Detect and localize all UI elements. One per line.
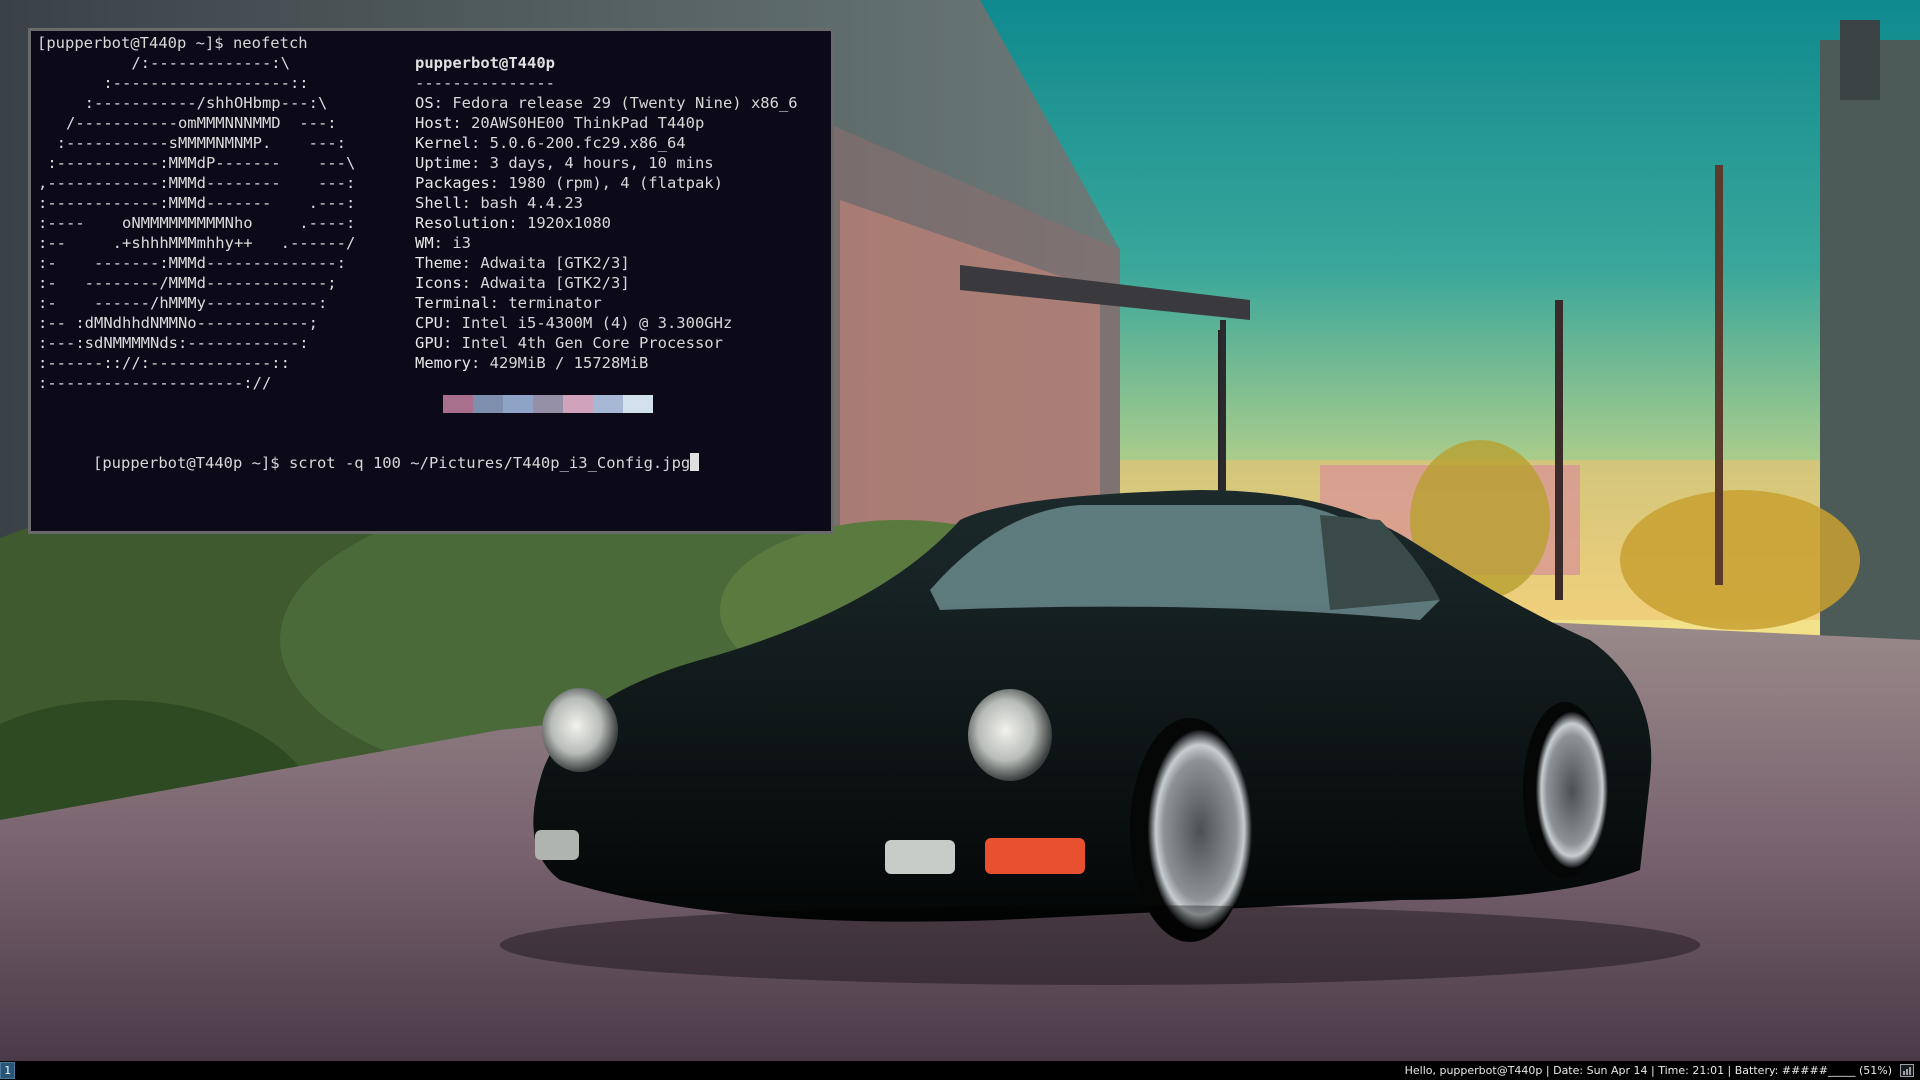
info-separator: : [433,94,453,112]
system-info-line: Packages: 1980 (rpm), 4 (flatpak) [415,173,723,193]
info-key: OS [415,94,434,112]
system-info-line: Theme: Adwaita [GTK2/3] [415,253,630,273]
palette-swatch [563,395,593,413]
system-info-line: WM: i3 [415,233,471,253]
desktop: [pupperbot@T440p ~]$ neofetch /:--------… [0,0,1920,1080]
system-info-line: OS: Fedora release 29 (Twenty Nine) x86_… [415,93,798,113]
info-separator: : [461,194,481,212]
i3-status-bar: 1 Hello, pupperbot@T440p | Date: Sun Apr… [0,1061,1920,1080]
ascii-logo-line: :- ------/hMMMy------------: [38,294,328,312]
info-value: bash 4.4.23 [480,194,583,212]
terminal-window[interactable]: [pupperbot@T440p ~]$ neofetch /:--------… [28,28,834,534]
prompt-line-neofetch: [pupperbot@T440p ~]$ neofetch [37,34,308,52]
info-key: Resolution [415,214,509,232]
user-host: pupperbot@T440p [415,54,555,72]
info-value: 20AWS0HE00 ThinkPad T440p [471,114,705,132]
info-separator: : [452,114,471,132]
info-key: Uptime [415,154,471,172]
system-info-line: Uptime: 3 days, 4 hours, 10 mins [415,153,714,173]
info-separator: : [461,274,481,292]
info-separator: : [471,134,490,152]
system-info-line: Resolution: 1920x1080 [415,213,611,233]
ascii-logo-line: :- -------:MMMd--------------: [38,254,346,272]
info-separator: : [489,294,509,312]
info-separator: : [508,214,527,232]
system-info-line: Shell: bash 4.4.23 [415,193,583,213]
ascii-logo-line: :-------------------:: [38,74,309,92]
info-value: 5.0.6-200.fc29.x86_64 [489,134,686,152]
text-cursor [690,453,700,471]
info-separator: : [461,254,481,272]
info-value: 429MiB / 15728MiB [489,354,649,372]
info-value: Adwaita [GTK2/3] [480,254,630,272]
info-separator: : [471,154,490,172]
system-info-line: Terminal: terminator [415,293,602,313]
info-key: Packages [415,174,490,192]
info-key: WM [415,234,434,252]
info-key: Terminal [415,294,490,312]
ascii-logo-line: :- --------/MMMd-------------; [38,274,337,292]
palette-swatch [533,395,563,413]
ascii-logo-line: :------:://:-------------:: [38,354,290,372]
info-key: Icons [415,274,462,292]
system-info-line: Icons: Adwaita [GTK2/3] [415,273,630,293]
ascii-logo-line: :------------:MMMd------- .---: [38,194,356,212]
system-info-line: Memory: 429MiB / 15728MiB [415,353,648,373]
info-value: i3 [452,234,472,252]
status-text: Hello, pupperbot@T440p | Date: Sun Apr 1… [1404,1064,1892,1077]
palette-swatch [443,395,473,413]
system-info-line: Kernel: 5.0.6-200.fc29.x86_64 [415,133,686,153]
info-value: Fedora release 29 (Twenty Nine) x86_6 [452,94,798,112]
user-host-underline: --------------- [415,74,555,92]
info-key: Host [415,114,453,132]
palette-swatch [473,395,503,413]
ascii-logo-line: /-----------omMMMNNNMMD ---: [38,114,337,132]
network-tray-icon[interactable] [1900,1064,1914,1077]
workspace-button-1[interactable]: 1 [0,1062,15,1079]
palette-swatch [593,395,623,413]
info-separator: : [489,174,509,192]
info-key: Theme [415,254,462,272]
info-value: terminator [508,294,602,312]
info-key: Memory [415,354,471,372]
info-separator: : [433,234,453,252]
prompt-command-text: [pupperbot@T440p ~]$ scrot -q 100 ~/Pict… [93,454,691,472]
ascii-logo-line: :-- .+shhhMMMmhhy++ .------/ [38,234,356,252]
ascii-logo-line: ,------------:MMMd-------- ---: [38,174,356,192]
info-key: CPU [415,314,443,332]
info-key: GPU [415,334,443,352]
info-key: Shell [415,194,462,212]
info-value: 1980 (rpm), 4 (flatpak) [508,174,723,192]
palette-swatch [623,395,653,413]
prompt-line-scrot[interactable]: [pupperbot@T440p ~]$ scrot -q 100 ~/Pict… [37,433,700,493]
info-value: 1920x1080 [527,214,611,232]
info-value: Adwaita [GTK2/3] [480,274,630,292]
ascii-logo-line: :-----------:MMMdP------- ---\ [38,154,356,172]
info-key: Kernel [415,134,471,152]
ascii-logo-line: :---:sdNMMMMNds:------------: [38,334,309,352]
info-value: 3 days, 4 hours, 10 mins [489,154,714,172]
ascii-logo-line: /:-------------:\ [38,54,290,72]
ascii-logo-line: :-----------/shhOHbmp---:\ [38,94,328,112]
palette-swatch [503,395,533,413]
ascii-logo-line: :-----------sMMMMNMNMP. ---: [38,134,346,152]
info-separator: : [443,334,462,352]
info-value: Intel i5-4300M (4) @ 3.300GHz [461,314,733,332]
info-value: Intel 4th Gen Core Processor [461,334,723,352]
info-separator: : [471,354,490,372]
system-info-line: Host: 20AWS0HE00 ThinkPad T440p [415,113,704,133]
system-info-line: GPU: Intel 4th Gen Core Processor [415,333,723,353]
system-info-line: CPU: Intel i5-4300M (4) @ 3.300GHz [415,313,732,333]
ascii-logo-line: :---- oNMMMMMMMMMNho .----: [38,214,356,232]
ascii-logo-line: :-- :dMNdhhdNMMNo------------; [38,314,318,332]
info-separator: : [443,314,462,332]
ascii-logo-line: :---------------------:// [38,374,272,392]
